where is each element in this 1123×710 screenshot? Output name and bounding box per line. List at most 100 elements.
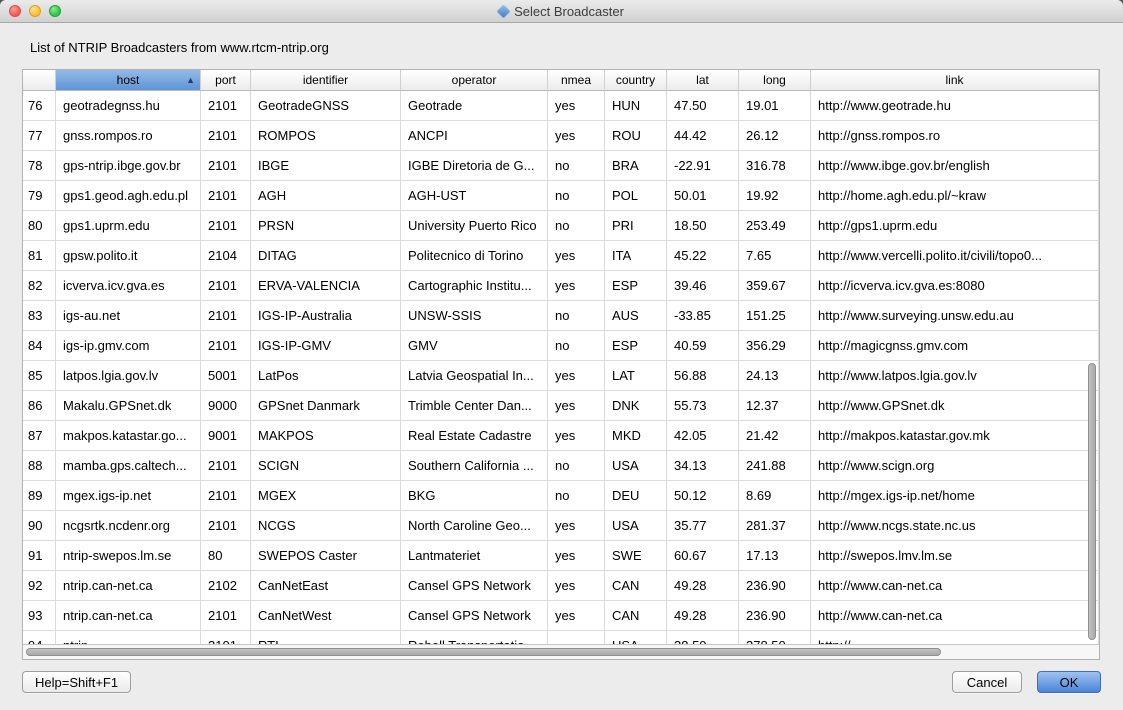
cell-nmea[interactable]: no (548, 301, 605, 331)
cell-lat[interactable]: 55.73 (667, 391, 739, 421)
cell-identifier[interactable]: RTI... (251, 631, 401, 644)
cell-port[interactable]: 2102 (201, 571, 251, 601)
cell-host[interactable]: igs-au.net (56, 301, 201, 331)
cell-host[interactable]: mamba.gps.caltech... (56, 451, 201, 481)
cell-long[interactable]: 17.13 (739, 541, 811, 571)
cell-country[interactable]: MKD (605, 421, 667, 451)
table-row[interactable]: 82icverva.icv.gva.es2101ERVA-VALENCIACar… (23, 271, 1099, 301)
cell-country[interactable]: USA (605, 631, 667, 644)
cell-host[interactable]: ntrip... (56, 631, 201, 644)
cell-nmea[interactable]: yes (548, 91, 605, 121)
cell-operator[interactable]: AGH-UST (401, 181, 548, 211)
cell-link[interactable]: http://magicgnss.gmv.com (811, 331, 1099, 361)
cell-port[interactable]: 9001 (201, 421, 251, 451)
vertical-scrollbar-thumb[interactable] (1088, 363, 1096, 640)
cell-country[interactable]: USA (605, 511, 667, 541)
cell-rownum[interactable]: 77 (23, 121, 56, 151)
cell-link[interactable]: http://makpos.katastar.gov.mk (811, 421, 1099, 451)
cell-link[interactable]: http://www.surveying.unsw.edu.au (811, 301, 1099, 331)
cell-lat[interactable]: 35.77 (667, 511, 739, 541)
column-header-operator[interactable]: operator (401, 70, 548, 91)
cell-rownum[interactable]: 81 (23, 241, 56, 271)
cell-long[interactable]: 241.88 (739, 451, 811, 481)
cell-country[interactable]: PRI (605, 211, 667, 241)
cell-link[interactable]: http://gps1.uprm.edu (811, 211, 1099, 241)
cell-host[interactable]: ntrip.can-net.ca (56, 601, 201, 631)
cell-link[interactable]: http://home.agh.edu.pl/~kraw (811, 181, 1099, 211)
cell-nmea[interactable]: yes (548, 601, 605, 631)
cell-nmea[interactable]: yes (548, 391, 605, 421)
cell-identifier[interactable]: SWEPOS Caster (251, 541, 401, 571)
cell-country[interactable]: ITA (605, 241, 667, 271)
cell-operator[interactable]: Politecnico di Torino (401, 241, 548, 271)
cell-operator[interactable]: Cartographic Institu... (401, 271, 548, 301)
cell-operator[interactable]: Cansel GPS Network (401, 571, 548, 601)
cell-country[interactable]: AUS (605, 301, 667, 331)
cell-long[interactable]: 19.01 (739, 91, 811, 121)
table-row[interactable]: 85latpos.lgia.gov.lv5001LatPosLatvia Geo… (23, 361, 1099, 391)
cell-rownum[interactable]: 87 (23, 421, 56, 451)
cell-lat[interactable]: 45.22 (667, 241, 739, 271)
cell-port[interactable]: 2101 (201, 511, 251, 541)
cell-host[interactable]: gnss.rompos.ro (56, 121, 201, 151)
cell-lat[interactable]: 50.12 (667, 481, 739, 511)
table-row[interactable]: 76geotradegnss.hu2101GeotradeGNSSGeotrad… (23, 91, 1099, 121)
cell-nmea[interactable]: yes (548, 271, 605, 301)
cell-country[interactable]: BRA (605, 151, 667, 181)
cell-long[interactable]: 316.78 (739, 151, 811, 181)
cell-lat[interactable]: -33.85 (667, 301, 739, 331)
cell-identifier[interactable]: AGH (251, 181, 401, 211)
cell-identifier[interactable]: LatPos (251, 361, 401, 391)
table-row[interactable]: 89mgex.igs-ip.net2101MGEXBKGnoDEU50.128.… (23, 481, 1099, 511)
cell-rownum[interactable]: 84 (23, 331, 56, 361)
cell-nmea[interactable]: yes (548, 571, 605, 601)
cell-rownum[interactable]: 91 (23, 541, 56, 571)
cell-identifier[interactable]: MAKPOS (251, 421, 401, 451)
cell-host[interactable]: ntrip.can-net.ca (56, 571, 201, 601)
cell-host[interactable]: makpos.katastar.go... (56, 421, 201, 451)
cell-host[interactable]: gps1.geod.agh.edu.pl (56, 181, 201, 211)
cell-host[interactable]: mgex.igs-ip.net (56, 481, 201, 511)
table-row[interactable]: 78gps-ntrip.ibge.gov.br2101IBGEIGBE Dire… (23, 151, 1099, 181)
cell-lat[interactable]: 18.50 (667, 211, 739, 241)
cell-long[interactable]: 236.90 (739, 571, 811, 601)
table-row[interactable]: 94ntrip...2101RTI...Rebell Transportatio… (23, 631, 1099, 644)
cell-country[interactable]: CAN (605, 601, 667, 631)
cell-rownum[interactable]: 82 (23, 271, 56, 301)
cell-host[interactable]: gps-ntrip.ibge.gov.br (56, 151, 201, 181)
cell-port[interactable]: 2101 (201, 151, 251, 181)
cell-rownum[interactable]: 83 (23, 301, 56, 331)
cell-port[interactable]: 2101 (201, 211, 251, 241)
cell-port[interactable]: 2101 (201, 271, 251, 301)
cell-host[interactable]: Makalu.GPSnet.dk (56, 391, 201, 421)
cell-lat[interactable]: 60.67 (667, 541, 739, 571)
cell-operator[interactable]: Real Estate Cadastre (401, 421, 548, 451)
cell-operator[interactable]: UNSW-SSIS (401, 301, 548, 331)
cell-identifier[interactable]: SCIGN (251, 451, 401, 481)
cell-host[interactable]: ntrip-swepos.lm.se (56, 541, 201, 571)
cell-rownum[interactable]: 89 (23, 481, 56, 511)
table-row[interactable]: 91ntrip-swepos.lm.se80SWEPOS CasterLantm… (23, 541, 1099, 571)
cell-host[interactable]: latpos.lgia.gov.lv (56, 361, 201, 391)
cell-identifier[interactable]: CanNetWest (251, 601, 401, 631)
cell-rownum[interactable]: 78 (23, 151, 56, 181)
cell-lat[interactable]: 44.42 (667, 121, 739, 151)
cell-nmea[interactable]: no (548, 331, 605, 361)
column-header-host[interactable]: host▲ (56, 70, 201, 91)
cell-host[interactable]: gps1.uprm.edu (56, 211, 201, 241)
cell-operator[interactable]: Trimble Center Dan... (401, 391, 548, 421)
cell-link[interactable]: http://www.geotrade.hu (811, 91, 1099, 121)
cell-host[interactable]: ncgsrtk.ncdenr.org (56, 511, 201, 541)
column-header-port[interactable]: port (201, 70, 251, 91)
cell-long[interactable]: 12.37 (739, 391, 811, 421)
cell-operator[interactable]: Latvia Geospatial In... (401, 361, 548, 391)
table-row[interactable]: 83igs-au.net2101IGS-IP-AustraliaUNSW-SSI… (23, 301, 1099, 331)
cell-identifier[interactable]: ROMPOS (251, 121, 401, 151)
cell-long[interactable]: 8.69 (739, 481, 811, 511)
cell-operator[interactable]: ANCPI (401, 121, 548, 151)
cell-operator[interactable]: IGBE Diretoria de G... (401, 151, 548, 181)
cell-host[interactable]: icverva.icv.gva.es (56, 271, 201, 301)
cell-lat[interactable]: -22.91 (667, 151, 739, 181)
cell-long[interactable]: 21.42 (739, 421, 811, 451)
cell-host[interactable]: gpsw.polito.it (56, 241, 201, 271)
